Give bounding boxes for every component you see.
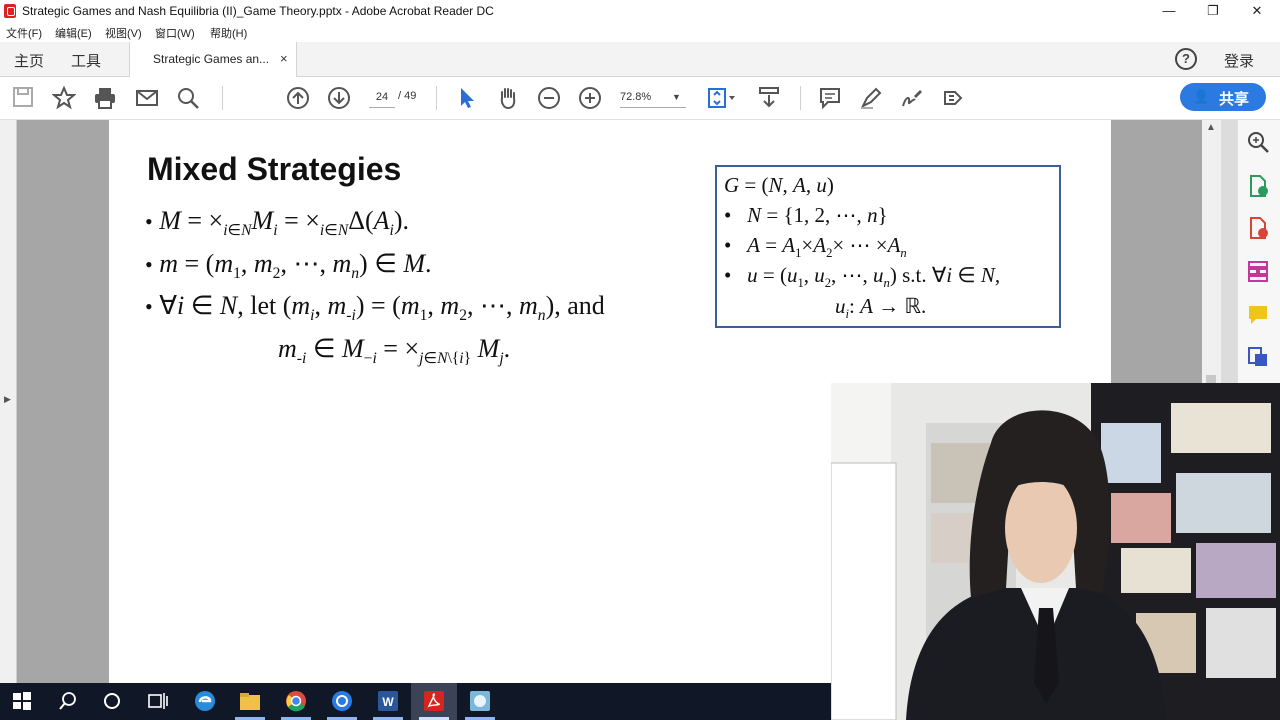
edge-icon[interactable] — [194, 690, 216, 712]
comment-pane-icon[interactable] — [1247, 304, 1269, 326]
login-button[interactable]: 登录 — [1224, 50, 1254, 71]
select-cursor-icon[interactable] — [455, 86, 479, 110]
bullet-line-3: • ∀i ∈ N, let (mi, m-i) = (m1, m2, ⋯, mn… — [145, 291, 605, 325]
menu-window[interactable]: 窗口(W) — [155, 25, 195, 41]
chevron-down-icon[interactable]: ▼ — [672, 87, 681, 107]
box-line-3: • A = A1×A2× ⋯ ×An — [724, 233, 907, 261]
menu-edit[interactable]: 编辑(E) — [55, 25, 92, 41]
acrobat-icon[interactable] — [423, 690, 445, 712]
print-icon[interactable] — [93, 86, 117, 110]
svg-text:W: W — [382, 695, 394, 709]
scroll-up-icon[interactable]: ▲ — [1206, 122, 1216, 133]
menu-view[interactable]: 视图(V) — [105, 25, 142, 41]
tab-tools[interactable]: 工具 — [71, 50, 101, 71]
search-icon[interactable] — [176, 86, 200, 110]
tab-document-label: Strategic Games an... — [153, 52, 270, 66]
comment-icon[interactable] — [818, 86, 842, 110]
page-up-icon[interactable] — [286, 86, 310, 110]
search-icon[interactable] — [59, 692, 77, 710]
send-file-icon[interactable] — [1247, 346, 1269, 368]
file-explorer-icon[interactable] — [239, 691, 261, 711]
word-icon[interactable]: W — [377, 690, 399, 712]
box-line-2: • N = {1, 2, ⋯, n} — [724, 203, 888, 227]
bookmark-star-icon[interactable] — [52, 86, 76, 110]
tab-close-icon[interactable]: × — [280, 51, 288, 66]
menu-help[interactable]: 帮助(H) — [210, 25, 247, 41]
mail-icon[interactable] — [331, 690, 353, 712]
box-line-4: • u = (u1, u2, ⋯, un) s.t. ∀i ∈ N, — [724, 263, 1001, 291]
toolbar-divider — [800, 86, 801, 110]
zoom-in-icon[interactable] — [578, 86, 602, 110]
create-pdf-icon[interactable] — [1247, 217, 1269, 239]
expand-panel-icon[interactable]: ▶ — [4, 394, 11, 405]
close-window-button[interactable]: ✕ — [1234, 0, 1280, 22]
restore-button[interactable]: ❐ — [1190, 0, 1236, 22]
page-gutter-left — [17, 120, 109, 683]
minimize-button[interactable]: — — [1146, 0, 1192, 22]
zoom-out-icon[interactable] — [537, 86, 561, 110]
save-icon[interactable] — [12, 86, 34, 108]
menu-file[interactable]: 文件(F) — [6, 25, 42, 41]
photos-icon[interactable] — [469, 690, 491, 712]
highlight-pen-icon[interactable] — [859, 86, 883, 110]
webcam-video — [831, 383, 1280, 720]
acrobat-app-icon — [4, 4, 16, 18]
bullet-line-2: • m = (m1, m2, ⋯, mn) ∈ M. — [145, 249, 432, 283]
tab-home[interactable]: 主页 — [14, 50, 44, 71]
email-icon[interactable] — [135, 86, 159, 110]
toolbar-divider — [436, 86, 437, 110]
task-view-icon[interactable] — [148, 692, 168, 710]
page-number-input[interactable]: 24 — [369, 87, 395, 108]
share-label: 共享 — [1219, 91, 1250, 108]
box-line-5: ui: A → ℝ. — [835, 294, 927, 322]
box-line-1: G = (N, A, u) — [724, 173, 834, 197]
sign-icon[interactable] — [900, 86, 924, 110]
toolbar-divider — [222, 86, 223, 110]
scroll-mode-icon[interactable] — [757, 86, 781, 110]
page-down-icon[interactable] — [327, 86, 351, 110]
help-icon[interactable]: ? — [1175, 48, 1197, 70]
window-title: Strategic Games and Nash Equilibria (II)… — [22, 4, 494, 18]
stamp-icon[interactable] — [941, 86, 967, 110]
hand-tool-icon[interactable] — [496, 86, 520, 110]
page-total-label: / 49 — [398, 90, 417, 102]
chrome-icon[interactable] — [285, 690, 307, 712]
organize-pages-icon[interactable] — [1247, 260, 1269, 282]
slide-title: Mixed Strategies — [147, 151, 402, 187]
bullet-line-1: • M = ×i∈NMi = ×i∈NΔ(Ai). — [145, 206, 410, 240]
bullet-line-4: m-i ∈ M−i = ×j∈N\{i} Mj. — [278, 334, 511, 368]
zoom-pane-icon[interactable] — [1247, 131, 1269, 153]
windows-start-icon[interactable] — [13, 692, 31, 710]
export-pdf-icon[interactable] — [1247, 175, 1269, 197]
fit-page-icon[interactable] — [707, 86, 737, 110]
add-person-icon: 👤 — [1193, 89, 1210, 104]
cortana-icon[interactable] — [103, 692, 121, 710]
